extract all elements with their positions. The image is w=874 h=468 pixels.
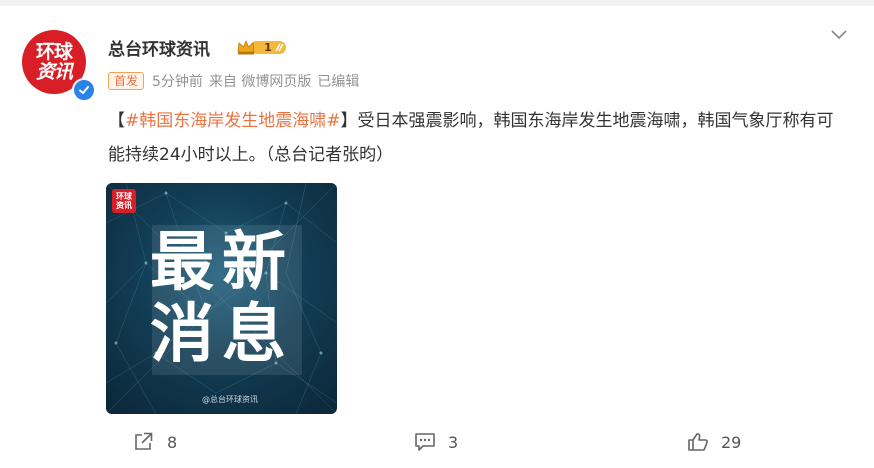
verified-icon — [72, 78, 96, 102]
share-icon — [135, 432, 153, 450]
headline-line1: 最新 — [150, 226, 294, 300]
avatar-logo-line1: 环球 — [35, 41, 73, 63]
bracket-open: 【 — [108, 111, 125, 131]
comment-button[interactable]: 3 — [414, 428, 458, 456]
post-text: 【#韩国东海岸发生地震海啸#】受日本强震影响，韩国东海岸发生地震海啸，韩国气象厅… — [108, 104, 848, 172]
topic-link[interactable]: #韩国东海岸发生地震海啸# — [125, 111, 341, 131]
action-bar: 8 3 29 — [0, 428, 874, 456]
post-time[interactable]: 5分钟前 — [152, 71, 203, 91]
share-button[interactable]: 8 — [133, 428, 177, 456]
like-icon — [688, 433, 708, 451]
first-post-badge: 首发 — [108, 72, 145, 90]
vip-level: 1 — [264, 41, 272, 54]
chevron-down-icon[interactable] — [830, 26, 848, 40]
headline-line2: 消息 — [150, 298, 294, 372]
top-divider — [0, 0, 874, 6]
vip-crown-icon[interactable]: 1 — [236, 38, 288, 56]
watermark: @总台环球资讯 — [202, 395, 258, 404]
post-image[interactable]: 最新 消息 环球 资讯 @总台环球资讯 — [106, 183, 337, 414]
edited-label[interactable]: 已编辑 — [317, 71, 359, 91]
post-source: 来自 微博网页版 — [208, 74, 312, 90]
media-logo-line2: 资讯 — [116, 201, 132, 210]
like-count: 29 — [721, 432, 742, 452]
share-count: 8 — [167, 432, 178, 452]
media-logo-line1: 环球 — [116, 192, 132, 201]
comment-count: 3 — [448, 432, 459, 452]
avatar-logo-line2: 资讯 — [35, 61, 73, 83]
comment-icon — [415, 433, 435, 451]
post-meta: 首发 5分钟前 来自 微博网页版 已编辑 — [108, 70, 359, 92]
author-name[interactable]: 总台环球资讯 — [108, 35, 210, 60]
media-logo: 环球 资讯 — [112, 189, 136, 213]
like-button[interactable]: 29 — [687, 428, 741, 456]
